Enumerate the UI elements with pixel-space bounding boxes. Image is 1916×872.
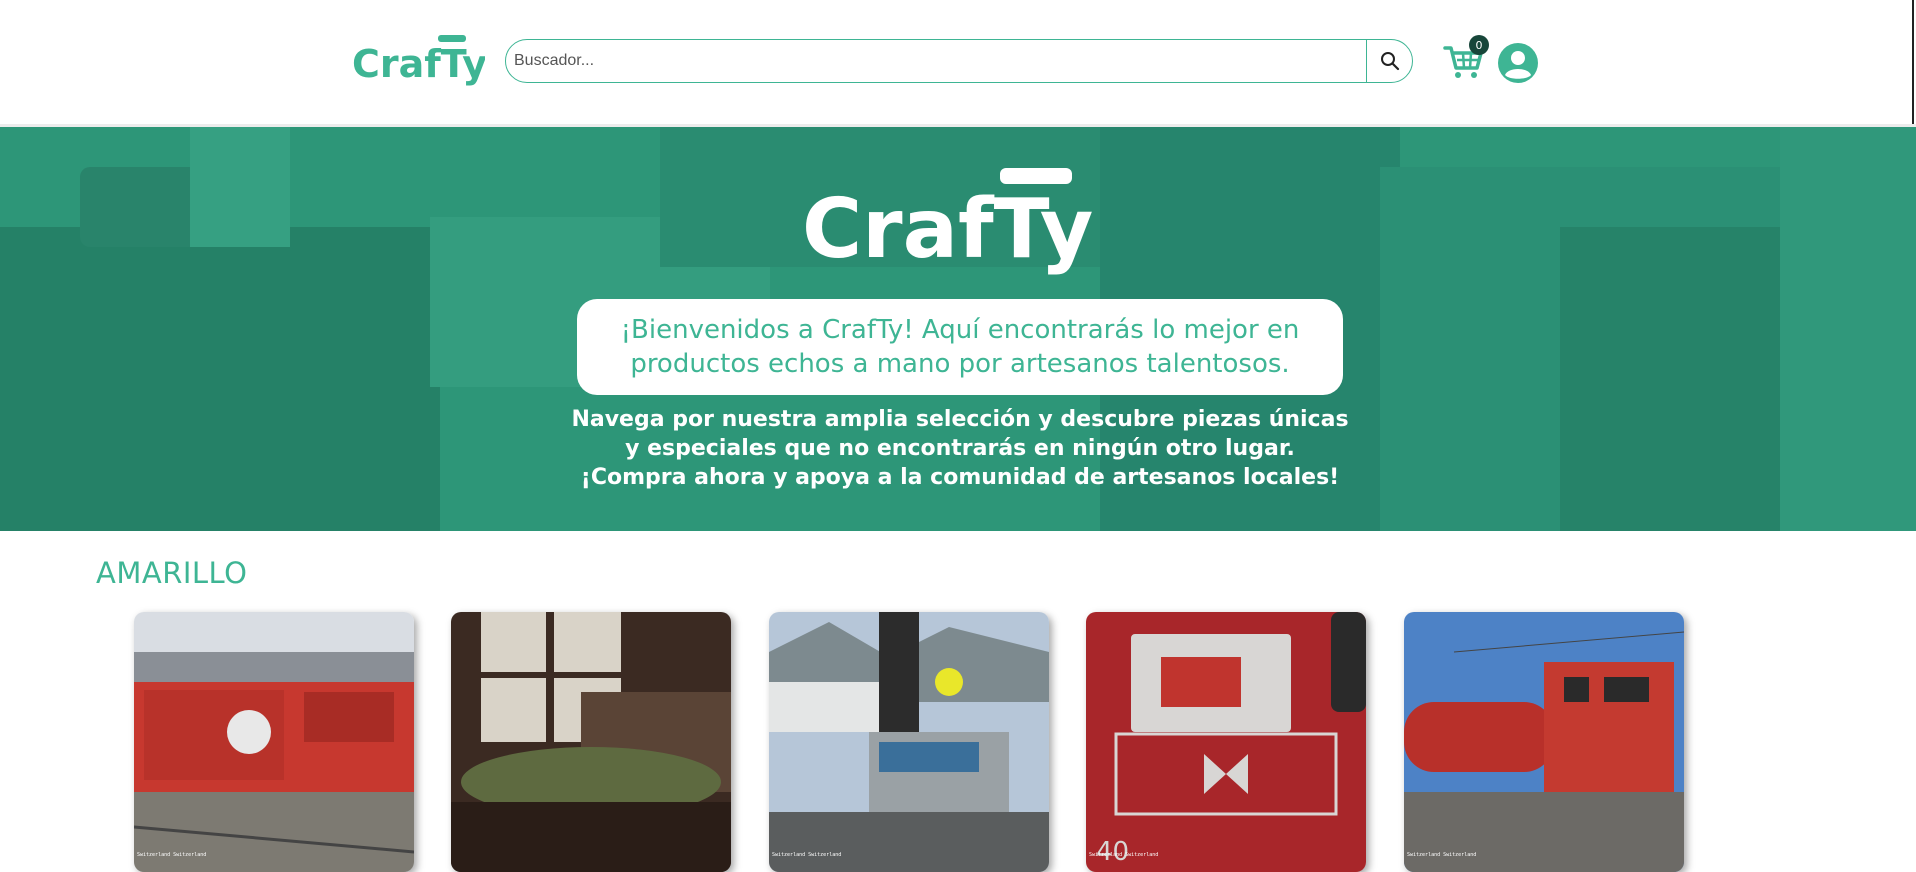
watermark: Switzerland Switzerland [772, 852, 842, 858]
cart-count-badge: 0 [1469, 35, 1489, 55]
welcome-subtext: Navega por nuestra amplia selección y de… [571, 407, 1349, 490]
red-rescue-train-image [134, 612, 414, 872]
account-button[interactable] [1497, 42, 1539, 84]
watermark: Switzerland Switzerland [1407, 852, 1477, 858]
search-icon [1380, 52, 1399, 71]
search-bar [505, 39, 1413, 83]
site-header: CrafTy 0 [0, 0, 1916, 127]
hero-crafty-logo: CrafTy [800, 162, 1120, 287]
product-card[interactable]: 40 Switzerland Switzerland [1086, 612, 1366, 872]
model-railway-blur-image [451, 612, 731, 872]
section-title: AMARILLO [96, 556, 248, 590]
hero-logo-text: CrafTy [802, 182, 1093, 277]
hero-banner: CrafTy ¡Bienvenidos a CrafTy! Aquí encon… [0, 127, 1916, 531]
product-card[interactable]: Switzerland Switzerland [134, 612, 414, 872]
product-card[interactable]: Switzerland Switzerland [1404, 612, 1684, 872]
welcome-headline: ¡Bienvenidos a CrafTy! Aquí encontrarás … [620, 315, 1300, 379]
logo-text: CrafTy [352, 42, 485, 86]
crafty-logo[interactable]: CrafTy [350, 30, 487, 88]
watermark: Switzerland Switzerland [1089, 852, 1159, 858]
product-card[interactable]: Switzerland Switzerland [769, 612, 1049, 872]
search-input[interactable] [506, 40, 1366, 82]
red-tank-locomotive-image [1404, 612, 1684, 872]
welcome-box: ¡Bienvenidos a CrafTy! Aquí encontrarás … [577, 299, 1343, 395]
train-control-panel-image [769, 612, 1049, 872]
user-circle-icon [1498, 43, 1538, 83]
watermark: Switzerland Switzerland [137, 852, 207, 858]
search-button[interactable] [1366, 40, 1412, 82]
scrollbar[interactable] [1912, 0, 1914, 124]
product-card[interactable] [451, 612, 731, 872]
red-train-door-logo-image: 40 [1086, 612, 1366, 872]
